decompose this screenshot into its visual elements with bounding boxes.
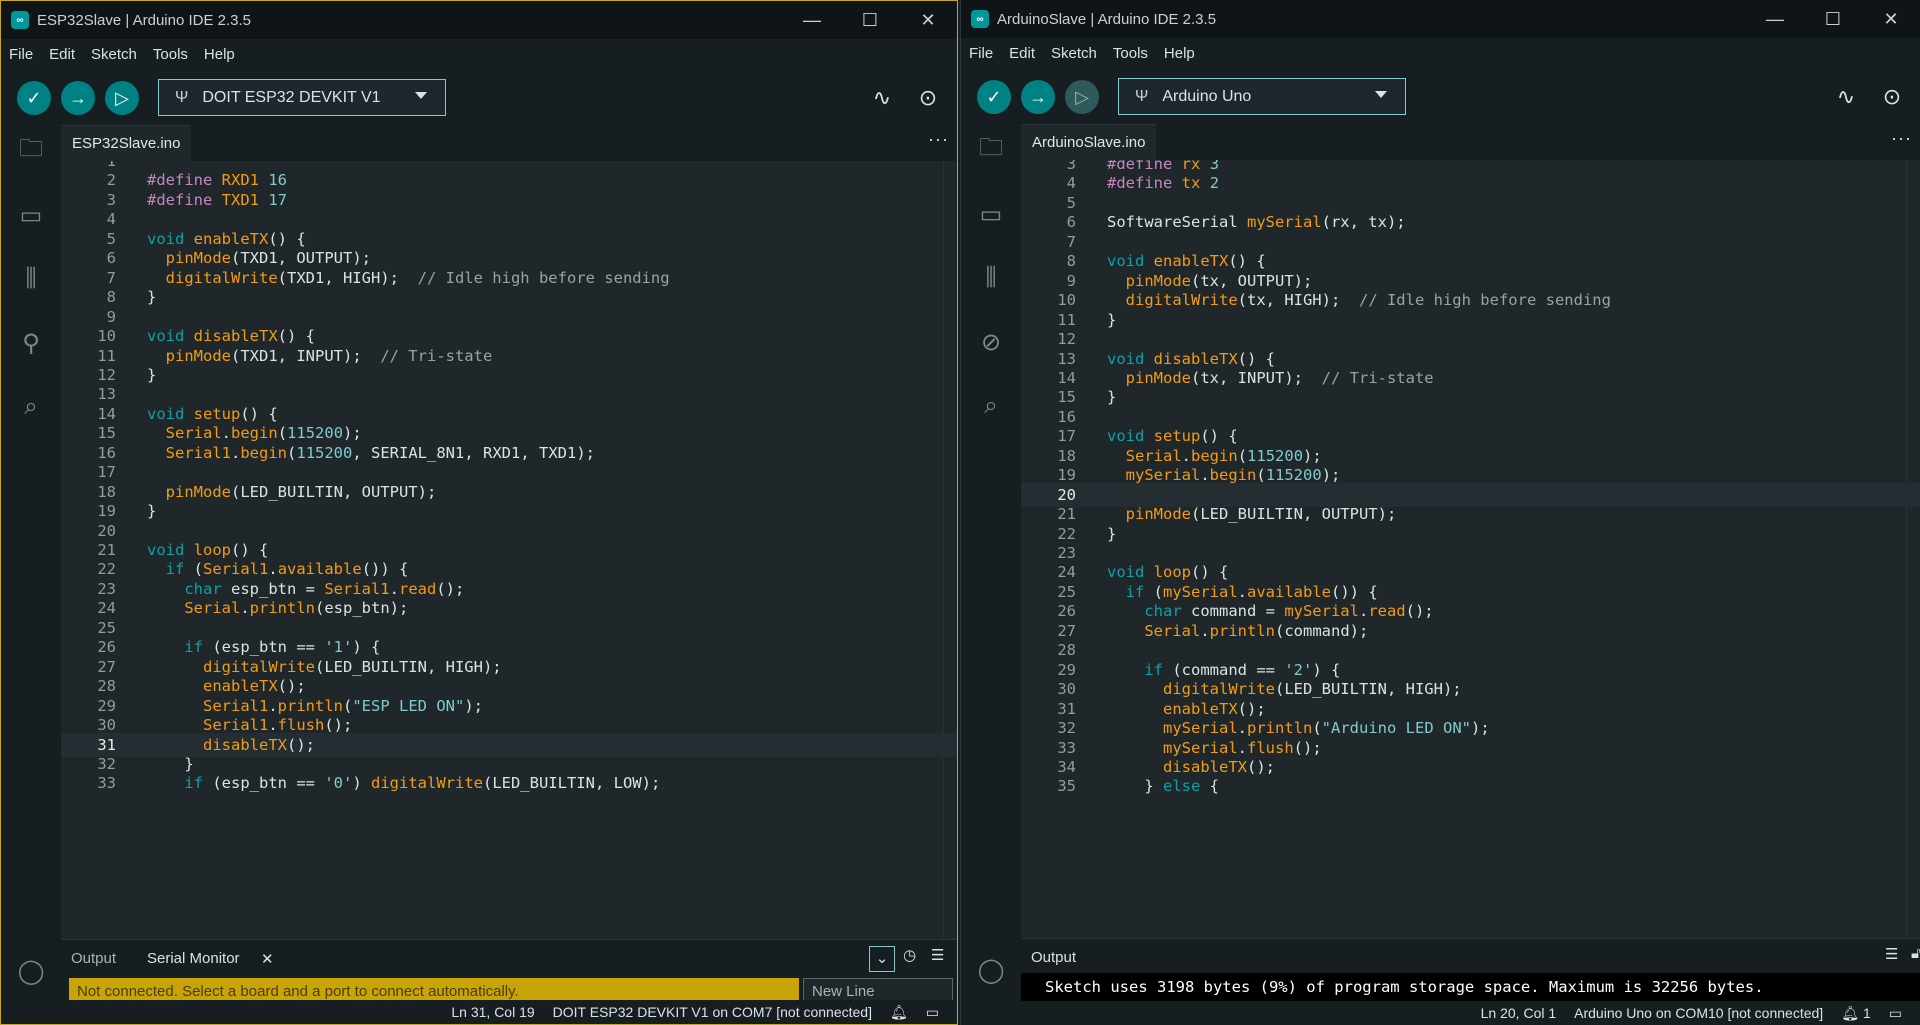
close-button[interactable]: ✕ bbox=[1862, 0, 1920, 38]
menu-file[interactable]: File bbox=[969, 45, 993, 62]
status-bar: Ln 31, Col 19 DOIT ESP32 DEVKIT V1 on CO… bbox=[1, 1000, 957, 1024]
code-editor[interactable]: 1 2 #define RXD1 16 3 #define TXD1 17 4 5 void … bbox=[61, 161, 957, 939]
menu-bar: File Edit Sketch Tools Help bbox=[1, 39, 957, 69]
timestamp-icon[interactable]: ◷ bbox=[903, 946, 916, 964]
tab-output[interactable]: Output bbox=[71, 950, 116, 967]
line-number: 33 bbox=[97, 774, 116, 793]
debug-disabled-icon[interactable]: ⊘ bbox=[973, 324, 1009, 360]
lock-icon[interactable]: 🔓︎ bbox=[1911, 945, 1920, 962]
title-bar: ∞ ArduinoSlave | Arduino IDE 2.3.5 — ☐ ✕ bbox=[961, 0, 1920, 38]
upload-button[interactable]: → bbox=[61, 81, 95, 115]
cursor-position: Ln 20, Col 1 bbox=[1480, 1005, 1557, 1021]
board-selector[interactable]: Ψ Arduino Uno bbox=[1118, 78, 1406, 115]
bell-icon[interactable]: 🔔︎ bbox=[890, 1004, 908, 1021]
menu-help[interactable]: Help bbox=[204, 46, 235, 63]
line-ending-value: New Line bbox=[812, 983, 875, 1000]
minimize-button[interactable]: — bbox=[1746, 0, 1804, 38]
tab-output[interactable]: Output bbox=[1031, 949, 1076, 966]
cursor-position: Ln 31, Col 19 bbox=[451, 1004, 535, 1020]
title-bar: ∞ ESP32Slave | Arduino IDE 2.3.5 — ☐ ✕ bbox=[1, 1, 957, 39]
serial-plotter-button[interactable]: ∿ bbox=[1829, 80, 1863, 114]
toolbar: ✓ → ▷ Ψ DOIT ESP32 DEVKIT V1 ∿ ⊙ bbox=[1, 69, 957, 125]
tab-arduinoslave[interactable]: ArduinoSlave.ino bbox=[1021, 124, 1157, 160]
verify-button[interactable]: ✓ bbox=[977, 80, 1011, 114]
menu-sketch[interactable]: Sketch bbox=[1051, 45, 1097, 62]
menu-tools[interactable]: Tools bbox=[153, 46, 188, 63]
panel-toggle-icon[interactable]: ▭ bbox=[926, 1004, 939, 1021]
maximize-button[interactable]: ☐ bbox=[841, 1, 899, 39]
folder-icon[interactable]: 🗀 bbox=[13, 133, 49, 169]
bell-icon[interactable]: 🔔︎ bbox=[1841, 1005, 1859, 1022]
tab-serial-monitor[interactable]: Serial Monitor bbox=[147, 950, 240, 967]
code-text: if (esp_btn == '0') digitalWrite(LED_BUI… bbox=[184, 774, 661, 793]
board-name: Arduino Uno bbox=[1162, 87, 1252, 105]
account-icon[interactable]: ◯ bbox=[13, 953, 49, 989]
library-icon[interactable]: ⫼ bbox=[13, 261, 49, 297]
close-button[interactable]: ✕ bbox=[899, 1, 957, 39]
chevron-down-icon bbox=[1375, 91, 1387, 98]
folder-icon[interactable]: 🗀 bbox=[973, 132, 1009, 168]
menu-edit[interactable]: Edit bbox=[49, 46, 75, 63]
status-bar: Ln 20, Col 1 Arduino Uno on COM10 [not c… bbox=[961, 1001, 1920, 1025]
output-text: Sketch uses 3198 bytes (9%) of program s… bbox=[1045, 978, 1764, 996]
debug-button[interactable]: ▷ bbox=[105, 81, 139, 115]
menu-file[interactable]: File bbox=[9, 46, 33, 63]
library-icon[interactable]: ⫼ bbox=[973, 260, 1009, 296]
code-line[interactable]: 35 } else { bbox=[1021, 774, 1920, 798]
window-title: ESP32Slave | Arduino IDE 2.3.5 bbox=[37, 11, 252, 29]
ide-window-arduino: ∞ ArduinoSlave | Arduino IDE 2.3.5 — ☐ ✕… bbox=[960, 0, 1920, 1025]
board-status: Arduino Uno on COM10 [not connected] bbox=[1574, 1005, 1824, 1021]
menu-bar: File Edit Sketch Tools Help bbox=[961, 38, 1920, 68]
code-text: } else { bbox=[1107, 777, 1219, 796]
upload-button[interactable]: → bbox=[1021, 80, 1055, 114]
more-icon[interactable]: ··· bbox=[928, 129, 949, 150]
panel-toggle-icon[interactable]: ▭ bbox=[1889, 1005, 1902, 1022]
board-name: DOIT ESP32 DEVKIT V1 bbox=[202, 88, 381, 106]
serial-monitor-button[interactable]: ⊙ bbox=[911, 81, 945, 115]
code-line[interactable]: 33 if (esp_btn == '0') digitalWrite(LED_… bbox=[61, 771, 957, 795]
arduino-logo-icon: ∞ bbox=[971, 10, 989, 28]
editor-tabs: ArduinoSlave.ino ··· bbox=[1021, 124, 1920, 160]
activity-bar: 🗀 ▭ ⫼ ⚲ ⌕ ◯ bbox=[1, 125, 61, 1024]
ide-window-esp32: ∞ ESP32Slave | Arduino IDE 2.3.5 — ☐ ✕ F… bbox=[0, 0, 958, 1025]
usb-icon: Ψ bbox=[175, 88, 189, 106]
bottom-panel: Output ☰ 🔓︎ Sketch uses 3198 bytes (9%) … bbox=[1021, 938, 1920, 1001]
debug-icon[interactable]: ⚲ bbox=[13, 325, 49, 361]
window-title: ArduinoSlave | Arduino IDE 2.3.5 bbox=[997, 10, 1217, 28]
close-icon[interactable]: ✕ bbox=[261, 950, 274, 968]
debug-button[interactable]: ▷ bbox=[1065, 80, 1099, 114]
verify-button[interactable]: ✓ bbox=[17, 81, 51, 115]
activity-bar: 🗀 ▭ ⫼ ⊘ ⌕ ◯ bbox=[961, 124, 1021, 1025]
menu-sketch[interactable]: Sketch bbox=[91, 46, 137, 63]
tab-esp32slave[interactable]: ESP32Slave.ino bbox=[61, 125, 192, 161]
serial-monitor-button[interactable]: ⊙ bbox=[1875, 80, 1909, 114]
chevron-down-icon bbox=[415, 92, 427, 99]
menu-tools[interactable]: Tools bbox=[1113, 45, 1148, 62]
clear-output-icon[interactable]: ☰ bbox=[931, 946, 944, 964]
arduino-logo-icon: ∞ bbox=[11, 11, 29, 29]
board-status: DOIT ESP32 DEVKIT V1 on COM7 [not connec… bbox=[552, 1004, 872, 1020]
clear-output-icon[interactable]: ☰ bbox=[1885, 945, 1898, 963]
board-manager-icon[interactable]: ▭ bbox=[13, 197, 49, 233]
search-icon[interactable]: ⌕ bbox=[13, 389, 49, 425]
line-number: 35 bbox=[1057, 777, 1076, 796]
editor-tabs: ESP32Slave.ino ··· bbox=[61, 125, 957, 161]
search-icon[interactable]: ⌕ bbox=[973, 388, 1009, 424]
autoscroll-icon[interactable]: ⌄ bbox=[869, 946, 895, 972]
menu-help[interactable]: Help bbox=[1164, 45, 1195, 62]
maximize-button[interactable]: ☐ bbox=[1804, 0, 1862, 38]
menu-edit[interactable]: Edit bbox=[1009, 45, 1035, 62]
account-icon[interactable]: ◯ bbox=[973, 952, 1009, 988]
usb-icon: Ψ bbox=[1135, 87, 1149, 105]
toolbar: ✓ → ▷ Ψ Arduino Uno ∿ ⊙ bbox=[961, 68, 1920, 124]
board-manager-icon[interactable]: ▭ bbox=[973, 196, 1009, 232]
notification-count: 1 bbox=[1862, 1005, 1871, 1021]
bottom-panel: Output Serial Monitor ✕ ⌄ ◷ ☰ Not connec… bbox=[61, 939, 957, 1004]
more-icon[interactable]: ··· bbox=[1891, 128, 1912, 149]
minimize-button[interactable]: — bbox=[783, 1, 841, 39]
serial-plotter-button[interactable]: ∿ bbox=[865, 81, 899, 115]
code-editor[interactable]: 3 #define rx 3 4 #define tx 2 5 6 SoftwareSeri… bbox=[1021, 160, 1920, 938]
board-selector[interactable]: Ψ DOIT ESP32 DEVKIT V1 bbox=[158, 79, 446, 116]
